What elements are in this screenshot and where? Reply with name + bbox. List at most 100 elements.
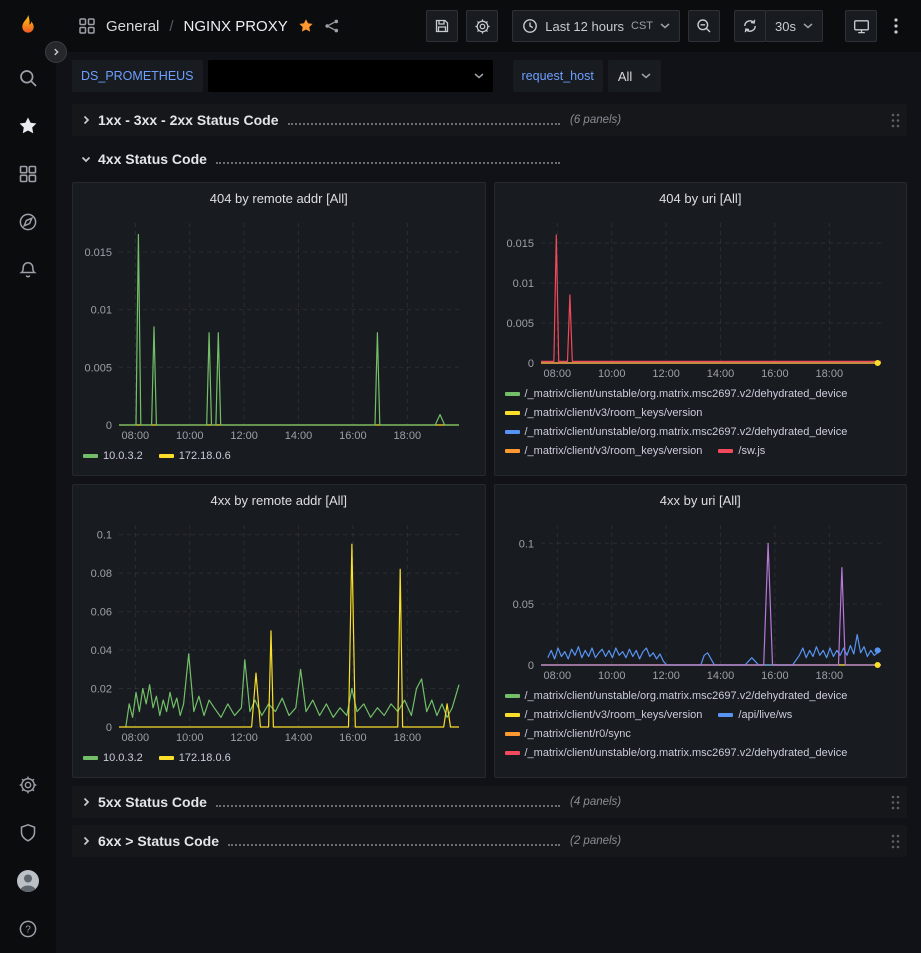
row-dotted-leader	[216, 162, 560, 164]
datasource-variable-label[interactable]: DS_PROMETHEUS	[72, 60, 203, 92]
svg-text:16:00: 16:00	[339, 430, 367, 442]
chevron-right-icon	[76, 796, 96, 808]
breadcrumb-section[interactable]: General	[106, 18, 159, 35]
timeseries-chart[interactable]: 08:0010:0012:0014:0016:0018:0000.0050.01…	[73, 213, 485, 445]
row-header-5xx[interactable]: 5xx Status Code (4 panels)	[72, 786, 907, 818]
legend-swatch	[718, 713, 733, 717]
breadcrumb-separator: /	[169, 18, 173, 35]
apps-grid-icon[interactable]	[78, 17, 96, 35]
row-header-1xx-3xx-2xx[interactable]: 1xx - 3xx - 2xx Status Code (6 panels)	[72, 104, 907, 136]
breadcrumb: General / NGINX PROXY	[78, 17, 340, 35]
row-drag-handle[interactable]	[891, 113, 903, 128]
time-range-picker[interactable]: Last 12 hours CST	[512, 10, 680, 42]
row-title-area: 4xx Status Code	[96, 151, 566, 167]
legend-label: /sw.js	[738, 443, 765, 459]
timeseries-chart[interactable]: 08:0010:0012:0014:0016:0018:0000.0050.01…	[495, 213, 907, 383]
legend-item[interactable]: /_matrix/client/v3/room_keys/version	[505, 405, 703, 421]
save-icon	[434, 18, 450, 34]
svg-text:10:00: 10:00	[597, 670, 625, 682]
svg-text:16:00: 16:00	[339, 732, 367, 744]
row-title: 6xx > Status Code	[98, 833, 219, 849]
row-title-area: 6xx > Status Code	[96, 833, 566, 849]
panel-title[interactable]: 404 by remote addr [All]	[73, 183, 485, 213]
request-host-variable-select[interactable]: All	[608, 60, 661, 92]
gear-icon	[474, 18, 491, 35]
navbar-actions: Last 12 hours CST 30s	[426, 10, 907, 42]
legend-label: 172.18.0.6	[179, 448, 231, 464]
starred-icon[interactable]	[0, 102, 56, 150]
svg-text:18:00: 18:00	[394, 732, 422, 744]
explore-compass-icon[interactable]	[0, 198, 56, 246]
legend-item[interactable]: /api/live/ws	[718, 707, 792, 723]
cycle-view-mode-button[interactable]	[845, 10, 877, 42]
configuration-gear-icon[interactable]	[0, 761, 56, 809]
svg-text:0.015: 0.015	[506, 238, 534, 250]
favorite-star-icon[interactable]	[298, 18, 314, 34]
monitor-icon	[853, 18, 870, 35]
row-drag-handle[interactable]	[891, 834, 903, 849]
svg-text:18:00: 18:00	[394, 430, 422, 442]
svg-text:?: ?	[25, 925, 31, 936]
legend-item[interactable]: /_matrix/client/v3/room_keys/version	[505, 707, 703, 723]
panel-4xx-by-remote-addr: 4xx by remote addr [All] 08:0010:0012:00…	[72, 484, 486, 778]
refresh-dashboard-button[interactable]	[734, 10, 766, 42]
help-icon[interactable]: ?	[0, 905, 56, 953]
timeseries-chart[interactable]: 08:0010:0012:0014:0016:0018:0000.020.040…	[73, 515, 485, 747]
svg-text:14:00: 14:00	[706, 368, 734, 380]
legend-item[interactable]: /_matrix/client/v3/room_keys/version	[505, 443, 703, 459]
legend-swatch	[83, 756, 98, 760]
alerting-bell-icon[interactable]	[0, 246, 56, 294]
more-options-button[interactable]	[885, 10, 907, 42]
row-dotted-leader	[288, 123, 560, 125]
legend-item[interactable]: 172.18.0.6	[159, 750, 231, 766]
request-host-variable-label[interactable]: request_host	[513, 60, 603, 92]
chevron-down-icon	[641, 73, 651, 79]
server-admin-shield-icon[interactable]	[0, 809, 56, 857]
legend-item[interactable]: 172.18.0.6	[159, 448, 231, 464]
legend-item[interactable]: /_matrix/client/unstable/org.matrix.msc2…	[505, 688, 848, 704]
row-drag-handle[interactable]	[891, 795, 903, 810]
expand-sidebar-button[interactable]	[45, 41, 67, 63]
svg-text:0.08: 0.08	[91, 568, 112, 580]
timeseries-chart[interactable]: 08:0010:0012:0014:0016:0018:0000.050.1	[495, 515, 907, 685]
dashboard-settings-button[interactable]	[466, 10, 498, 42]
legend-item[interactable]: 10.0.3.2	[83, 448, 143, 464]
panel-title[interactable]: 4xx by uri [All]	[495, 485, 907, 515]
datasource-variable-select[interactable]	[208, 60, 493, 92]
legend-swatch	[505, 411, 520, 415]
row-header-4xx[interactable]: 4xx Status Code	[72, 143, 907, 175]
zoom-out-icon	[696, 18, 712, 34]
chevron-right-icon	[76, 114, 96, 126]
legend-item[interactable]: /_matrix/client/unstable/org.matrix.msc2…	[505, 386, 848, 402]
zoom-out-time-button[interactable]	[688, 10, 720, 42]
legend-item[interactable]: 10.0.3.2	[83, 750, 143, 766]
legend-swatch	[159, 454, 174, 458]
share-icon[interactable]	[324, 18, 340, 34]
user-avatar[interactable]	[0, 857, 56, 905]
row-dotted-leader	[228, 844, 560, 846]
legend-label: /_matrix/client/v3/room_keys/version	[525, 443, 703, 459]
panel-grid-row-2: 4xx by remote addr [All] 08:0010:0012:00…	[72, 484, 907, 778]
row-header-6xx[interactable]: 6xx > Status Code (2 panels)	[72, 825, 907, 857]
svg-text:12:00: 12:00	[652, 368, 680, 380]
save-dashboard-button[interactable]	[426, 10, 458, 42]
legend-label: 10.0.3.2	[103, 750, 143, 766]
dashboards-icon[interactable]	[0, 150, 56, 198]
refresh-icon	[742, 18, 758, 34]
legend-swatch	[505, 713, 520, 717]
panel-title[interactable]: 4xx by remote addr [All]	[73, 485, 485, 515]
legend-swatch	[505, 732, 520, 736]
legend-item[interactable]: /_matrix/client/unstable/org.matrix.msc2…	[505, 745, 848, 761]
refresh-interval-select[interactable]: 30s	[765, 10, 823, 42]
svg-text:0.1: 0.1	[518, 538, 533, 550]
legend-item[interactable]: /sw.js	[718, 443, 765, 459]
legend-item[interactable]: /_matrix/client/unstable/org.matrix.msc2…	[505, 424, 848, 440]
search-icon[interactable]	[0, 54, 56, 102]
legend-label: 172.18.0.6	[179, 750, 231, 766]
legend-item[interactable]: /_matrix/client/r0/sync	[505, 726, 631, 742]
main-area: General / NGINX PROXY Last 12 hours CST	[56, 0, 921, 953]
svg-text:14:00: 14:00	[285, 430, 313, 442]
svg-text:16:00: 16:00	[761, 368, 789, 380]
time-range-label: Last 12 hours	[545, 19, 624, 34]
panel-title[interactable]: 404 by uri [All]	[495, 183, 907, 213]
